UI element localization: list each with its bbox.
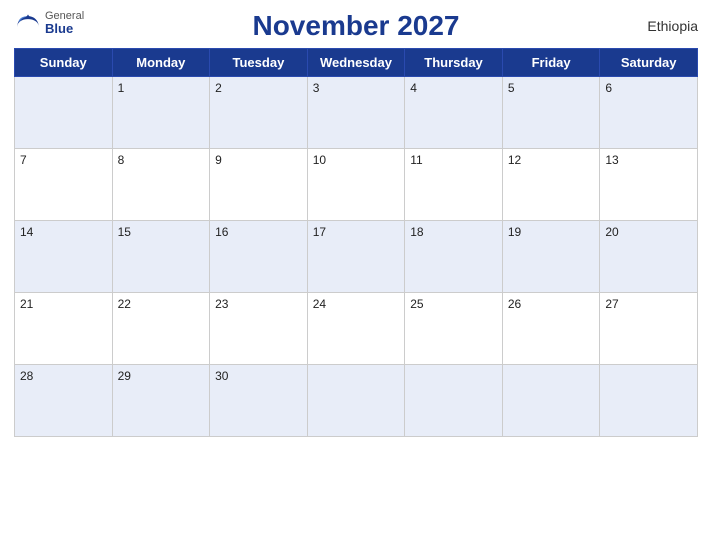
calendar-day-cell (307, 365, 405, 437)
calendar-day-cell: 27 (600, 293, 698, 365)
calendar-day-cell: 28 (15, 365, 113, 437)
calendar-day-cell: 22 (112, 293, 210, 365)
calendar-week-row: 14 15 16 17 18 19 20 (15, 221, 698, 293)
calendar-day-cell: 18 (405, 221, 503, 293)
calendar-day-cell: 9 (210, 149, 308, 221)
calendar-day-cell: 13 (600, 149, 698, 221)
day-number: 25 (410, 297, 423, 311)
calendar-day-cell: 15 (112, 221, 210, 293)
weekday-monday: Monday (112, 49, 210, 77)
calendar-day-cell: 19 (502, 221, 600, 293)
day-number: 20 (605, 225, 618, 239)
day-number: 11 (410, 153, 422, 167)
country-label: Ethiopia (647, 18, 698, 34)
day-number: 18 (410, 225, 423, 239)
calendar-day-cell (15, 77, 113, 149)
weekday-tuesday: Tuesday (210, 49, 308, 77)
day-number: 28 (20, 369, 33, 383)
day-number: 30 (215, 369, 228, 383)
calendar-day-cell (405, 365, 503, 437)
day-number: 12 (508, 153, 521, 167)
logo-area: General Blue (14, 10, 84, 36)
calendar-day-cell: 30 (210, 365, 308, 437)
calendar-week-row: 28 29 30 (15, 365, 698, 437)
calendar-table: Sunday Monday Tuesday Wednesday Thursday… (14, 48, 698, 437)
calendar-container: General Blue November 2027 Ethiopia Sund… (0, 0, 712, 550)
logo-blue-text: Blue (45, 22, 84, 36)
day-number: 1 (118, 81, 125, 95)
day-number: 21 (20, 297, 33, 311)
day-number: 14 (20, 225, 33, 239)
day-number: 2 (215, 81, 222, 95)
logo-text: General Blue (45, 10, 84, 36)
calendar-day-cell: 23 (210, 293, 308, 365)
calendar-day-cell: 5 (502, 77, 600, 149)
day-number: 17 (313, 225, 326, 239)
day-number: 3 (313, 81, 320, 95)
calendar-day-cell (502, 365, 600, 437)
calendar-day-cell: 4 (405, 77, 503, 149)
weekday-sunday: Sunday (15, 49, 113, 77)
calendar-day-cell: 7 (15, 149, 113, 221)
logo-bird-icon (14, 13, 42, 33)
calendar-day-cell: 21 (15, 293, 113, 365)
day-number: 6 (605, 81, 612, 95)
day-number: 5 (508, 81, 515, 95)
day-number: 7 (20, 153, 27, 167)
day-number: 13 (605, 153, 618, 167)
calendar-day-cell: 6 (600, 77, 698, 149)
calendar-day-cell: 17 (307, 221, 405, 293)
calendar-day-cell: 20 (600, 221, 698, 293)
calendar-day-cell: 12 (502, 149, 600, 221)
calendar-day-cell: 29 (112, 365, 210, 437)
day-number: 23 (215, 297, 228, 311)
day-number: 15 (118, 225, 131, 239)
calendar-day-cell: 24 (307, 293, 405, 365)
calendar-day-cell: 2 (210, 77, 308, 149)
calendar-day-cell: 8 (112, 149, 210, 221)
day-number: 10 (313, 153, 326, 167)
calendar-day-cell: 25 (405, 293, 503, 365)
calendar-day-cell: 26 (502, 293, 600, 365)
calendar-week-row: 7 8 9 10 11 12 13 (15, 149, 698, 221)
day-number: 19 (508, 225, 521, 239)
calendar-day-cell: 16 (210, 221, 308, 293)
weekday-header-row: Sunday Monday Tuesday Wednesday Thursday… (15, 49, 698, 77)
calendar-day-cell (600, 365, 698, 437)
day-number: 27 (605, 297, 618, 311)
weekday-thursday: Thursday (405, 49, 503, 77)
weekday-wednesday: Wednesday (307, 49, 405, 77)
day-number: 26 (508, 297, 521, 311)
day-number: 16 (215, 225, 228, 239)
calendar-day-cell: 3 (307, 77, 405, 149)
calendar-day-cell: 10 (307, 149, 405, 221)
weekday-friday: Friday (502, 49, 600, 77)
day-number: 24 (313, 297, 326, 311)
day-number: 29 (118, 369, 131, 383)
calendar-week-row: 1 2 3 4 5 6 (15, 77, 698, 149)
calendar-header: General Blue November 2027 Ethiopia (14, 10, 698, 42)
calendar-day-cell: 1 (112, 77, 210, 149)
day-number: 8 (118, 153, 125, 167)
day-number: 4 (410, 81, 417, 95)
weekday-saturday: Saturday (600, 49, 698, 77)
calendar-day-cell: 14 (15, 221, 113, 293)
day-number: 22 (118, 297, 131, 311)
calendar-day-cell: 11 (405, 149, 503, 221)
month-title: November 2027 (18, 10, 694, 42)
calendar-week-row: 21 22 23 24 25 26 27 (15, 293, 698, 365)
day-number: 9 (215, 153, 222, 167)
